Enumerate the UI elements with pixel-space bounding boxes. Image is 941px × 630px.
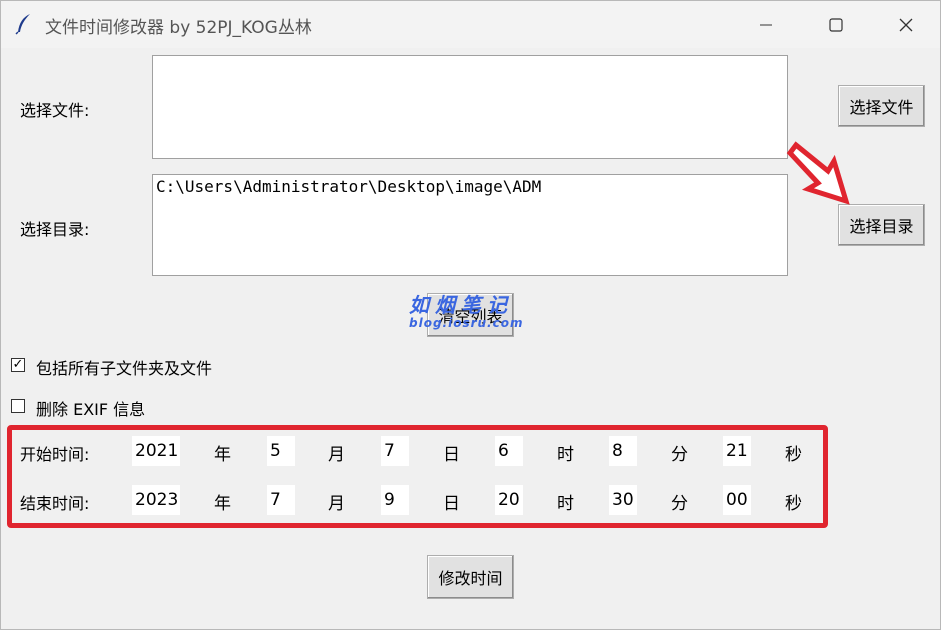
time-highlight-frame (7, 425, 828, 528)
end-day-input[interactable]: 9 (381, 485, 409, 515)
window-title: 文件时间修改器 by 52PJ_KOG丛林 (45, 18, 312, 38)
end-hour-unit: 时 (557, 494, 574, 514)
start-minute-unit: 分 (671, 445, 688, 465)
delete-exif-label: 删除 EXIF 信息 (36, 400, 146, 419)
file-listbox[interactable] (152, 55, 788, 159)
end-month-unit: 月 (328, 494, 345, 514)
minimize-icon (760, 24, 772, 25)
select-file-button[interactable]: 选择文件 (838, 85, 925, 127)
end-hour-input[interactable]: 20 (495, 485, 523, 515)
minimize-button[interactable] (731, 1, 801, 48)
start-minute-input[interactable]: 8 (609, 436, 637, 466)
start-time-label: 开始时间: (20, 445, 90, 464)
start-hour-unit: 时 (557, 445, 574, 465)
start-day-unit: 日 (443, 445, 460, 465)
file-label: 选择文件: (20, 101, 90, 120)
start-day-input[interactable]: 7 (381, 436, 409, 466)
delete-exif-checkbox[interactable] (11, 399, 25, 413)
end-day-unit: 日 (443, 494, 460, 514)
end-time-label: 结束时间: (20, 494, 90, 513)
end-second-input[interactable]: 00 (723, 485, 751, 515)
close-icon (899, 18, 913, 31)
dir-label: 选择目录: (20, 220, 90, 239)
end-month-input[interactable]: 7 (267, 485, 295, 515)
feather-icon (15, 14, 30, 35)
include-subfolders-label: 包括所有子文件夹及文件 (36, 359, 213, 378)
include-subfolders-checkbox[interactable]: ✓ (11, 358, 25, 372)
end-second-unit: 秒 (785, 494, 802, 514)
end-year-input[interactable]: 2023 (132, 485, 180, 515)
end-year-unit: 年 (214, 494, 231, 514)
start-second-unit: 秒 (785, 445, 802, 465)
start-month-unit: 月 (328, 445, 345, 465)
maximize-button[interactable] (801, 1, 871, 48)
start-year-unit: 年 (214, 445, 231, 465)
start-month-input[interactable]: 5 (267, 436, 295, 466)
end-minute-unit: 分 (671, 494, 688, 514)
end-minute-input[interactable]: 30 (609, 485, 637, 515)
start-year-input[interactable]: 2021 (132, 436, 180, 466)
app-window: 文件时间修改器 by 52PJ_KOG丛林 选择文件: 选择文件 选择目录: C… (0, 0, 941, 630)
dir-listbox[interactable]: C:\Users\Administrator\Desktop\image\ADM (152, 174, 788, 276)
maximize-icon (829, 17, 843, 32)
modify-time-button[interactable]: 修改时间 (427, 555, 514, 599)
start-second-input[interactable]: 21 (723, 436, 751, 466)
title-bar[interactable]: 文件时间修改器 by 52PJ_KOG丛林 (1, 1, 940, 48)
clear-list-button[interactable]: 清空列表 (427, 293, 514, 337)
select-dir-button[interactable]: 选择目录 (838, 204, 925, 246)
close-button[interactable] (871, 1, 941, 48)
start-hour-input[interactable]: 6 (495, 436, 523, 466)
arrow-annotation-icon (786, 141, 850, 205)
